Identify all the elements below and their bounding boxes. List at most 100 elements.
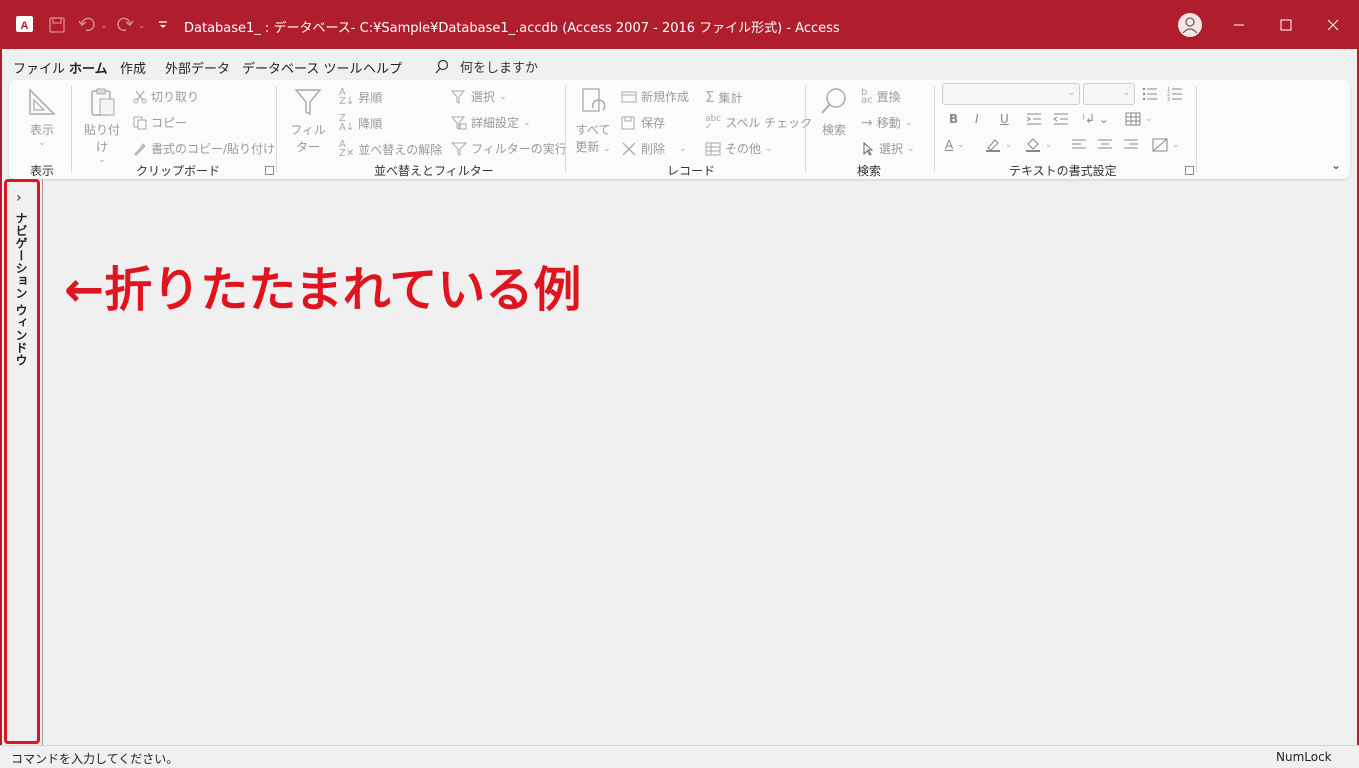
spelling-button[interactable]: abc ✓ スペル チェック xyxy=(705,114,812,131)
fill-color-button[interactable]: ⌄ xyxy=(1025,138,1053,152)
format-painter-button[interactable]: 書式のコピー/貼り付け xyxy=(133,140,275,157)
cut-button[interactable]: 切り取り xyxy=(133,88,199,105)
advanced-filter-button[interactable]: 詳細設定 ⌄ xyxy=(451,114,531,131)
clear-sort-button[interactable]: A Z✕ 並べ替えの解除 xyxy=(339,140,442,159)
numbering-button[interactable]: 123 xyxy=(1167,86,1183,102)
more-records-button[interactable]: その他 ⌄ xyxy=(705,140,773,157)
chevron-right-icon[interactable]: › xyxy=(16,190,22,206)
tab-external-data[interactable]: 外部データ xyxy=(165,58,230,77)
save-record-button[interactable]: 保存 xyxy=(621,114,665,131)
indent-increase-button[interactable] xyxy=(1026,112,1042,126)
maximize-button[interactable] xyxy=(1263,0,1309,49)
find-button[interactable]: 検索 xyxy=(815,86,853,138)
tab-file[interactable]: ファイル xyxy=(13,58,65,77)
status-message: コマンドを入力してください。 xyxy=(11,752,179,766)
close-button[interactable] xyxy=(1310,0,1356,49)
paragraph-direction-icon: ⁾↲ ⌄ xyxy=(1082,112,1109,126)
font-size-combobox[interactable]: ⌄ xyxy=(1083,83,1135,105)
delete-icon xyxy=(622,142,636,155)
font-color-button[interactable]: A ⌄ xyxy=(945,138,965,152)
access-app-icon[interactable]: A xyxy=(15,14,35,34)
gridlines-button[interactable]: ⌄ xyxy=(1125,112,1153,126)
italic-button[interactable]: I xyxy=(975,112,979,126)
paste-button[interactable]: 貼り付け ⌄ xyxy=(79,86,125,165)
underline-button[interactable]: U xyxy=(1000,112,1009,126)
user-account-icon[interactable] xyxy=(1178,13,1202,37)
group-records-label: レコード xyxy=(667,164,716,178)
align-right-button[interactable] xyxy=(1123,138,1139,152)
new-record-button[interactable]: 新規作成 xyxy=(621,88,689,105)
align-left-button[interactable] xyxy=(1071,138,1087,152)
navigation-pane-collapsed[interactable]: › ナビゲーション ウィンドウ xyxy=(4,179,40,744)
group-separator xyxy=(1196,86,1197,172)
ribbon-tabs: ファイル ホーム 作成 外部データ データベース ツール ヘルプ 何をしますか xyxy=(0,49,1359,82)
group-separator xyxy=(71,86,72,172)
format-painter-label: 書式のコピー/貼り付け xyxy=(151,142,276,156)
copy-icon xyxy=(133,116,147,129)
view-button[interactable]: 表示 ⌄ xyxy=(23,86,61,148)
align-center-button[interactable] xyxy=(1097,138,1113,152)
tab-database-tools[interactable]: データベース ツール xyxy=(242,58,362,77)
toggle-filter-button[interactable]: フィルターの実行 xyxy=(451,140,567,157)
annotation-text: ←折りたたまれている例 xyxy=(64,262,582,318)
sort-descending-button[interactable]: Z A↓ 降順 xyxy=(339,113,382,133)
cursor-icon xyxy=(863,141,874,156)
cut-label: 切り取り xyxy=(151,90,200,104)
funnel-icon xyxy=(294,89,322,116)
sort-ascending-label: 昇順 xyxy=(358,90,383,105)
tab-home[interactable]: ホーム xyxy=(69,58,108,82)
title-bar: A ⌄ ⌄ Database1_ : データベース- C:¥Sample¥Dat… xyxy=(0,0,1359,49)
undo-icon[interactable]: ⌄ xyxy=(78,14,106,36)
save-icon[interactable] xyxy=(48,14,66,36)
totals-button[interactable]: Σ 集計 xyxy=(705,88,743,106)
highlight-button[interactable]: ⌄ xyxy=(985,138,1013,152)
copy-label: コピー xyxy=(151,116,188,130)
svg-text:A: A xyxy=(21,20,29,32)
refresh-all-button[interactable]: すべて 更新 ⌄ xyxy=(572,86,614,155)
bullet-list-icon xyxy=(1142,87,1157,101)
selection-filter-button[interactable]: 選択 ⌄ xyxy=(451,88,507,105)
bold-button[interactable]: B xyxy=(949,112,958,126)
navigation-pane-edge xyxy=(42,179,43,745)
sort-ascending-button[interactable]: A Z↓ 昇順 xyxy=(339,88,383,107)
paste-label: 貼り付け xyxy=(83,123,120,154)
indent-decrease-button[interactable] xyxy=(1053,112,1069,126)
group-separator xyxy=(805,86,806,172)
bullets-button[interactable] xyxy=(1142,86,1158,102)
toggle-filter-icon xyxy=(451,142,467,156)
filter-button[interactable]: フィルター xyxy=(285,86,331,155)
replace-button[interactable]: b ac 置換 xyxy=(861,87,901,105)
group-find-label: 検索 xyxy=(857,164,882,178)
delete-record-button[interactable]: 削除 ⌄ xyxy=(621,140,687,157)
font-name-combobox[interactable]: ⌄ xyxy=(942,83,1080,105)
tab-create[interactable]: 作成 xyxy=(120,58,146,77)
group-text-format-label: テキストの書式設定 xyxy=(1009,164,1117,178)
svg-text:⌄: ⌄ xyxy=(138,21,144,31)
copy-button[interactable]: コピー xyxy=(133,114,187,131)
ribbon-expand-chevron-icon[interactable]: ⌄ xyxy=(1331,158,1341,172)
redo-icon[interactable]: ⌄ xyxy=(116,14,144,36)
group-view-label: 表示 xyxy=(30,164,55,178)
text-format-dialog-launcher[interactable] xyxy=(1185,166,1194,175)
paragraph-direction-button[interactable]: ⁾↲ ⌄ xyxy=(1082,112,1109,126)
minimize-button[interactable] xyxy=(1216,0,1262,49)
alternate-row-color-button[interactable]: ⌄ xyxy=(1152,138,1180,152)
numbered-list-icon: 123 xyxy=(1167,87,1182,102)
window-frame-left xyxy=(0,49,2,768)
goto-button[interactable]: → 移動 ⌄ xyxy=(861,114,912,131)
tell-me-search[interactable]: 何をしますか xyxy=(434,57,538,76)
sort-descending-icon: Z A↓ xyxy=(339,113,355,133)
save-record-icon xyxy=(621,116,635,129)
advanced-filter-icon xyxy=(451,116,467,130)
magnifier-icon xyxy=(821,88,846,114)
clipboard-dialog-launcher[interactable] xyxy=(265,166,274,175)
find-label: 検索 xyxy=(821,123,846,137)
refresh-all-label-1: すべて xyxy=(575,123,611,137)
font-color-icon: A xyxy=(945,138,954,152)
select-button[interactable]: 選択 ⌄ xyxy=(861,140,915,157)
search-icon xyxy=(435,59,449,73)
tab-help[interactable]: ヘルプ xyxy=(363,58,402,77)
refresh-icon xyxy=(582,88,606,112)
customize-icon[interactable] xyxy=(157,14,169,36)
group-sort-filter-label: 並べ替えとフィルター xyxy=(374,164,494,178)
